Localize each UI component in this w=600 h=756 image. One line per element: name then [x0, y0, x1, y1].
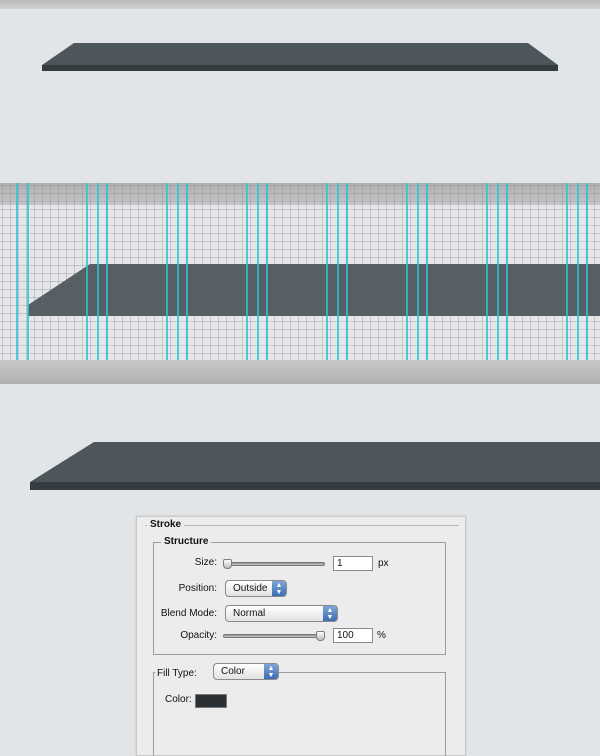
fill-type-select[interactable]: Color ▲ ▼ [213, 663, 279, 680]
blend-mode-value: Normal [233, 608, 266, 619]
title-rule [145, 525, 459, 526]
opacity-slider[interactable] [223, 634, 325, 638]
shelf-large-top [30, 442, 600, 482]
position-label: Position: [178, 583, 217, 594]
blend-mode-label: Blend Mode: [160, 608, 217, 619]
position-value: Outside [233, 583, 268, 594]
stroke-dialog: Stroke Structure Size: 1 px Position: Ou… [136, 516, 466, 756]
fill-group [153, 672, 446, 756]
opacity-label: Opacity: [180, 630, 217, 641]
blend-mode-select[interactable]: Normal ▲ ▼ [225, 605, 338, 622]
chevron-updown-icon: ▲ ▼ [264, 664, 278, 679]
dialog-title: Stroke [147, 519, 185, 530]
color-swatch[interactable] [195, 694, 227, 708]
structure-legend: Structure [161, 536, 212, 547]
opacity-slider-knob[interactable] [316, 631, 325, 641]
size-input[interactable]: 1 [333, 556, 373, 571]
shelf-large [30, 442, 600, 490]
position-select[interactable]: Outside ▲ ▼ [225, 580, 287, 597]
size-slider-knob[interactable] [223, 559, 232, 569]
grid-band [0, 183, 600, 384]
fill-type-label: Fill Type: [157, 668, 197, 679]
chevron-updown-icon: ▲ ▼ [272, 581, 286, 596]
shelf-small-top [42, 43, 558, 65]
size-unit: px [378, 558, 389, 569]
opacity-unit: % [377, 630, 386, 641]
size-label: Size: [194, 557, 217, 568]
top-strip [0, 0, 600, 9]
shelf-large-front [30, 482, 600, 490]
size-slider[interactable] [223, 562, 325, 566]
opacity-input[interactable]: 100 [333, 628, 373, 643]
shelf-small-front [42, 65, 558, 71]
fill-type-value: Color [221, 666, 245, 677]
chevron-updown-icon: ▲ ▼ [323, 606, 337, 621]
shelf-small [42, 43, 558, 71]
pixel-grid [0, 183, 600, 360]
